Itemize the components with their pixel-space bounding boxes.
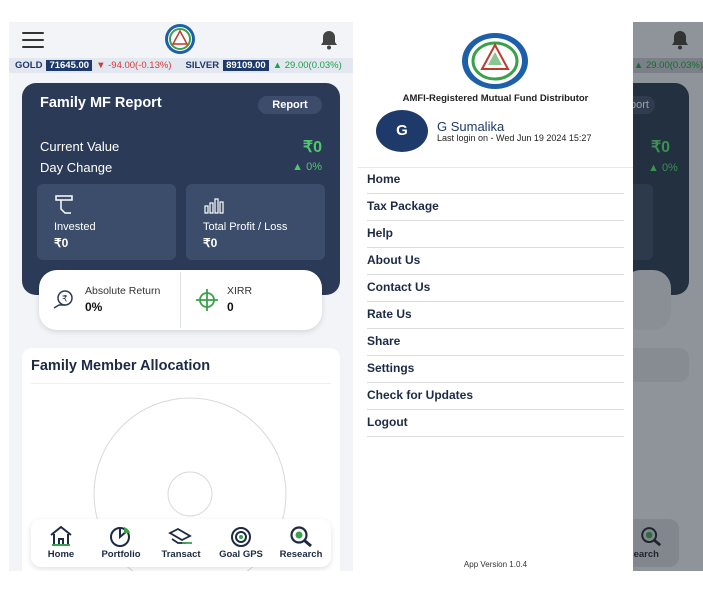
nav-research-peek-label: esearch: [633, 549, 659, 560]
magnifier-icon: [290, 526, 312, 547]
home-icon: [50, 525, 72, 546]
distributor-label: AMFI-Registered Mutual Fund Distributor: [402, 93, 589, 104]
xirr-value: 0: [227, 300, 234, 314]
profit-value: ₹0: [203, 236, 218, 250]
menu-item-logout[interactable]: Logout: [367, 409, 624, 437]
returns-divider: [180, 272, 181, 328]
nav-goal-gps-label: Goal GPS: [219, 549, 263, 560]
user-name: G Sumalika: [437, 119, 505, 134]
last-login: Last login on - Wed Jun 19 2024 15:27: [437, 133, 592, 143]
profit-box-peek: oss: [633, 184, 653, 260]
silver-value: 89109.00: [223, 60, 269, 71]
menu-item-tax-package[interactable]: Tax Package: [367, 193, 624, 221]
dashboard-screen: GOLD 71645.00 ▼ -94.00(-0.13%) SILVER 89…: [9, 22, 353, 571]
menu-item-help[interactable]: Help: [367, 220, 624, 248]
top-bar: [9, 22, 353, 58]
day-change-label: Day Change: [40, 160, 113, 175]
menu-item-check-updates[interactable]: Check for Updates: [367, 382, 624, 410]
profit-box: Total Profit / Loss ₹0: [186, 184, 325, 260]
gold-value: 71645.00: [46, 60, 93, 71]
bell-icon: [672, 31, 688, 50]
current-value: ₹0: [302, 139, 322, 156]
allocation-divider: [31, 383, 331, 384]
xirr-label: XIRR: [227, 285, 253, 297]
nav-portfolio[interactable]: Portfolio: [91, 519, 151, 567]
bar-chart-icon: [204, 198, 224, 214]
absolute-return-label: Absolute Return: [85, 285, 161, 297]
nav-home-label: Home: [47, 549, 75, 560]
report-title: Family MF Report: [40, 95, 162, 111]
report-button[interactable]: Report: [258, 96, 322, 114]
app-logo-large: [462, 33, 528, 89]
pie-chart-icon: [110, 527, 130, 547]
absolute-return-value: 0%: [85, 300, 103, 314]
nav-research-peek: esearch: [633, 519, 679, 567]
invested-label: Invested: [54, 221, 96, 233]
current-value-peek: ₹0: [651, 139, 671, 156]
nav-transact[interactable]: Transact: [151, 519, 211, 567]
report-card-peek: port ₹0 ▲ 0% oss: [633, 83, 689, 295]
silver-change: ▲ 29.00(0.03%): [272, 60, 342, 71]
menu-item-contact-us[interactable]: Contact Us: [367, 274, 624, 302]
avatar: G: [376, 110, 428, 152]
menu-item-home[interactable]: Home: [367, 166, 624, 194]
profit-label: Total Profit / Loss: [203, 221, 288, 233]
gold-label: GOLD: [15, 60, 43, 71]
gold-change: ▼ -94.00(-0.13%): [96, 60, 172, 71]
bottom-nav: Home Portfolio Transact Goal GPS Researc…: [31, 519, 331, 567]
nav-portfolio-label: Portfolio: [101, 549, 141, 560]
invested-icon: [55, 195, 73, 214]
navigation-drawer: AMFI-Registered Mutual Fund Distributor …: [358, 22, 633, 571]
crosshair-icon: [196, 289, 218, 311]
nav-research[interactable]: Research: [271, 519, 331, 567]
nav-home[interactable]: Home: [31, 519, 91, 567]
transact-icon: [168, 527, 192, 544]
svg-text:₹: ₹: [62, 295, 68, 305]
family-report-card: Family MF Report Report Current Value ₹0…: [22, 83, 340, 295]
menu-item-rate-us[interactable]: Rate Us: [367, 301, 624, 329]
nav-research-label: Research: [279, 549, 323, 560]
returns-card: ₹ Absolute Return 0% XIRR 0: [39, 270, 322, 330]
day-change-value: ▲ 0%: [292, 161, 322, 173]
dimmed-dashboard[interactable]: ▲ 29.00(0.03%) port ₹0 ▲ 0% oss esearch: [633, 22, 703, 571]
magnifier-icon: [641, 527, 662, 547]
invested-box: Invested ₹0: [37, 184, 176, 260]
nav-transact-label: Transact: [161, 549, 201, 560]
target-icon: [231, 527, 251, 547]
ticker-peek: ▲ 29.00(0.03%): [633, 58, 703, 73]
rupee-hand-icon: ₹: [53, 290, 73, 309]
silver-label: SILVER: [185, 60, 220, 71]
nav-goal-gps[interactable]: Goal GPS: [211, 519, 271, 567]
returns-card-peek: [633, 270, 671, 330]
allocation-card-peek: [633, 348, 689, 382]
app-logo: [165, 24, 195, 54]
report-button-peek: port: [633, 96, 655, 114]
menu-icon[interactable]: [22, 32, 44, 48]
invested-value: ₹0: [54, 236, 69, 250]
day-change-peek: ▲ 0%: [648, 162, 678, 174]
menu-item-about-us[interactable]: About Us: [367, 247, 624, 275]
app-version: App Version 1.0.4: [463, 560, 528, 569]
bell-icon[interactable]: [318, 29, 340, 51]
allocation-title: Family Member Allocation: [31, 358, 211, 374]
menu-item-share[interactable]: Share: [367, 328, 624, 356]
menu-item-settings[interactable]: Settings: [367, 355, 624, 383]
market-ticker: GOLD 71645.00 ▼ -94.00(-0.13%) SILVER 89…: [9, 58, 353, 73]
current-value-label: Current Value: [40, 139, 120, 154]
